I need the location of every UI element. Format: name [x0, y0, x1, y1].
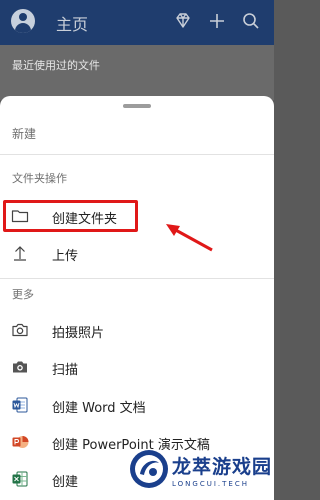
create-word-item[interactable]: 创建 Word 文档	[0, 389, 274, 421]
upload-item[interactable]: 上传	[0, 237, 274, 269]
section-title-folder: 文件夹操作	[12, 172, 67, 185]
scan-item[interactable]: 扫描	[0, 351, 274, 383]
highlight-box	[3, 200, 138, 232]
take-photo-label: 拍摄照片	[52, 326, 105, 341]
divider	[0, 154, 274, 155]
recent-files-label: 最近使用过的文件	[12, 59, 100, 72]
avatar[interactable]	[11, 9, 35, 33]
plus-icon[interactable]	[206, 10, 228, 32]
powerpoint-icon	[10, 432, 30, 452]
scan-label: 扫描	[52, 363, 79, 378]
watermark-text: 龙萃游戏园	[172, 456, 273, 478]
drag-handle[interactable]	[123, 104, 151, 108]
watermark-logo-icon	[130, 450, 168, 488]
search-icon[interactable]	[240, 10, 262, 32]
create-excel-label: 创建	[52, 475, 79, 490]
camera-icon	[10, 320, 30, 340]
watermark-subtext: LONGCUI.TECH	[172, 480, 249, 488]
word-icon	[10, 395, 30, 415]
diamond-icon[interactable]	[172, 10, 194, 32]
scan-camera-icon	[10, 357, 30, 377]
section-title-more: 更多	[12, 288, 34, 301]
app-header: 主页	[0, 0, 274, 45]
sheet-title: 新建	[12, 127, 37, 141]
take-photo-item[interactable]: 拍摄照片	[0, 314, 274, 346]
watermark: 龙萃游戏园 LONGCUI.TECH	[128, 448, 272, 498]
new-item-sheet: 新建 文件夹操作 创建文件夹 上传 更多 拍摄照片 扫描 创建 Word 文档 …	[0, 96, 274, 500]
divider	[0, 278, 274, 279]
upload-label: 上传	[52, 249, 79, 264]
create-word-label: 创建 Word 文档	[52, 401, 146, 416]
excel-icon	[10, 469, 30, 489]
upload-icon	[10, 243, 30, 263]
page-title: 主页	[56, 15, 89, 34]
